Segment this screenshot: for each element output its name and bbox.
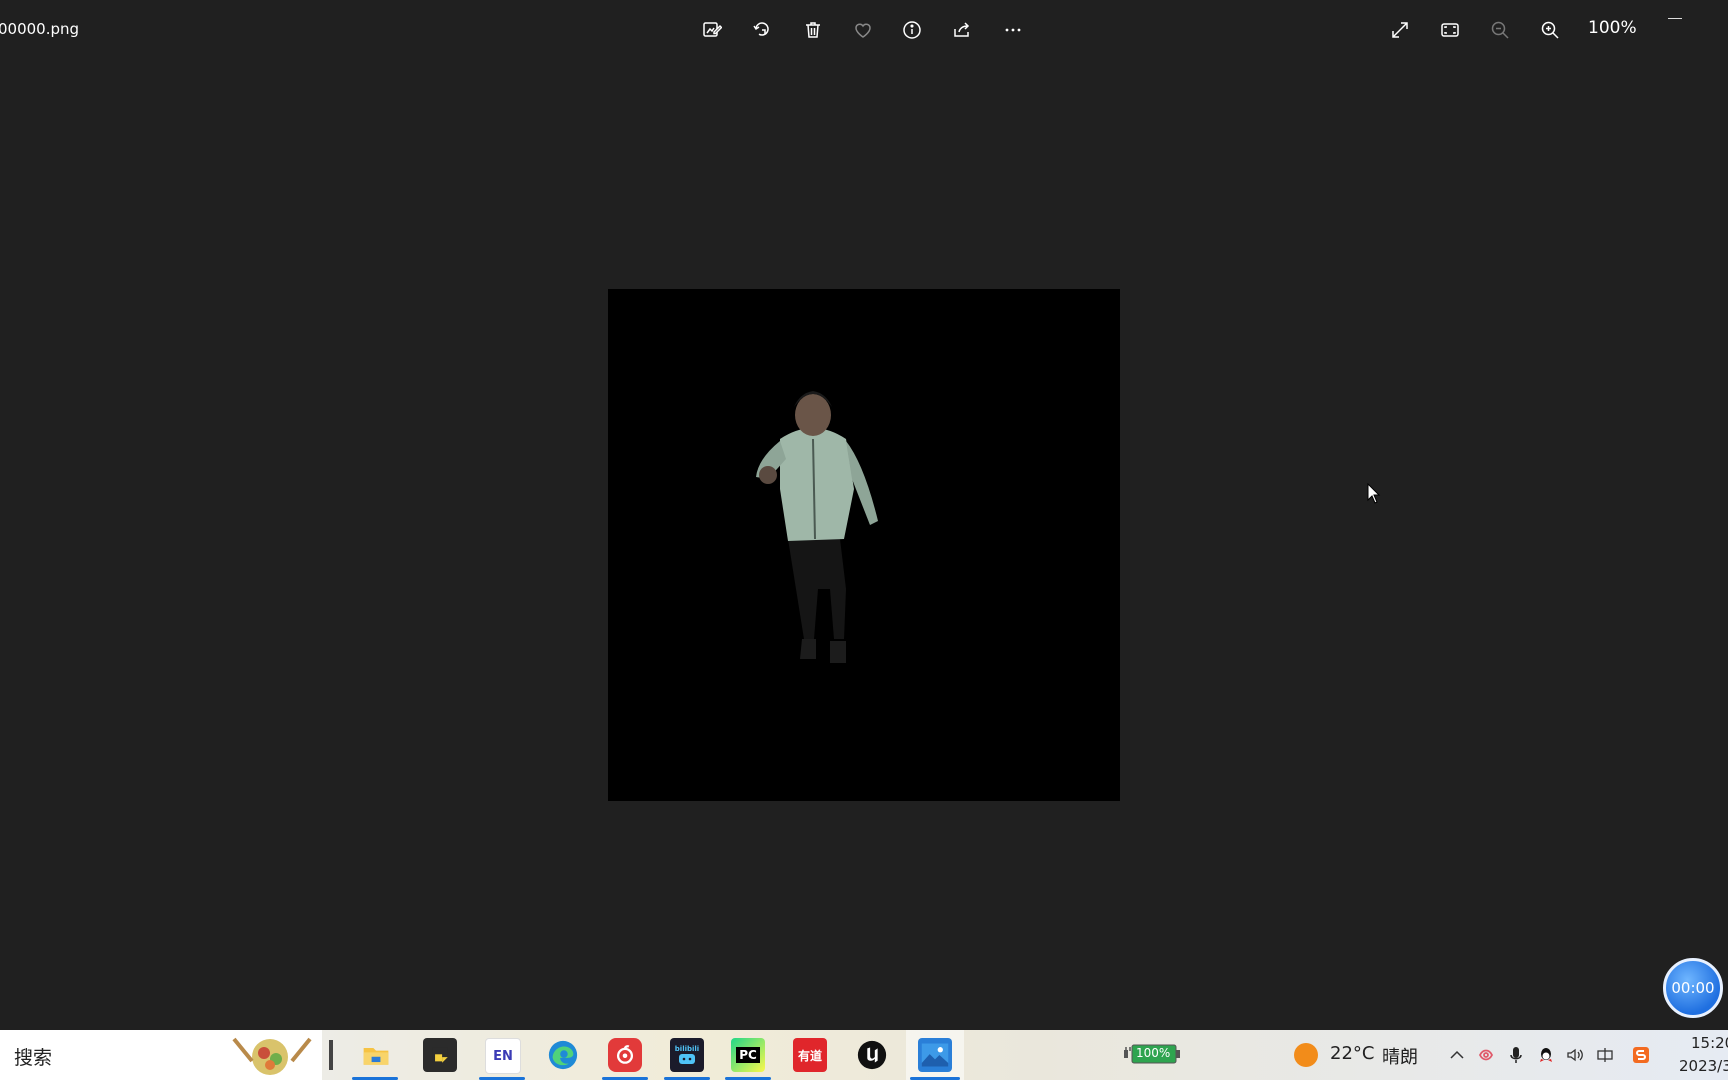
weather-temperature[interactable]: 22°C (1330, 1043, 1374, 1064)
weather-condition[interactable]: 晴朗 (1382, 1043, 1418, 1069)
volume-icon[interactable] (1564, 1044, 1586, 1066)
battery-label: 100% (1136, 1046, 1171, 1060)
trash-icon[interactable] (795, 12, 831, 48)
photos-window: 00000.png 100% 00:00 (0, 0, 1728, 1030)
more-icon[interactable] (995, 12, 1031, 48)
pycharm-icon[interactable]: PC (731, 1038, 765, 1072)
input-method-icon[interactable] (1594, 1044, 1616, 1066)
taskbar: 搜索 EN bilibili PC 有道 100% 22°C 晴朗 15:2 2… (0, 1030, 1728, 1080)
recording-timer[interactable]: 00:00 (1663, 958, 1723, 1018)
weather-sun-icon[interactable] (1294, 1043, 1318, 1067)
sticky-notes-icon[interactable] (423, 1038, 457, 1072)
expand-icon[interactable] (1382, 12, 1418, 48)
youdao-icon[interactable]: 有道 (793, 1038, 827, 1072)
rotate-icon[interactable] (744, 12, 780, 48)
bilibili-icon[interactable]: bilibili (670, 1038, 704, 1072)
clock-time[interactable]: 15:20 (1691, 1034, 1728, 1052)
person-photo (756, 391, 878, 663)
minimize-button[interactable] (1668, 18, 1682, 19)
network-app-icon[interactable] (1475, 1044, 1497, 1066)
zoom-level[interactable]: 100% (1588, 18, 1637, 38)
zoom-in-icon[interactable] (1532, 12, 1568, 48)
share-icon[interactable] (944, 12, 980, 48)
microphone-icon[interactable] (1505, 1044, 1527, 1066)
search-highlight-icon (232, 1037, 312, 1075)
edge-browser-icon[interactable] (546, 1038, 580, 1072)
file-name: 00000.png (0, 20, 80, 38)
show-hidden-icons-chevron-icon[interactable] (1446, 1044, 1468, 1066)
fit-to-window-icon[interactable] (1432, 12, 1468, 48)
qq-icon[interactable] (1535, 1044, 1557, 1066)
timer-label: 00:00 (1671, 979, 1715, 997)
heart-icon[interactable] (845, 12, 881, 48)
info-icon[interactable] (894, 12, 930, 48)
title-bar: 00000.png 100% (0, 0, 1728, 60)
netease-music-icon[interactable] (608, 1038, 642, 1072)
search-placeholder: 搜索 (14, 1047, 53, 1069)
zoom-out-icon[interactable] (1482, 12, 1518, 48)
clock-date[interactable]: 2023/3 (1679, 1057, 1728, 1075)
unreal-engine-icon[interactable] (855, 1038, 889, 1072)
photos-app-icon[interactable] (918, 1038, 952, 1072)
image-canvas (608, 289, 1120, 801)
file-explorer-icon[interactable] (359, 1038, 393, 1072)
mouse-cursor (1367, 483, 1381, 504)
taskbar-divider (329, 1040, 333, 1070)
battery-indicator[interactable]: 100% (1122, 1044, 1182, 1064)
edit-image-icon[interactable] (694, 12, 730, 48)
sogou-ime-icon[interactable] (1630, 1044, 1652, 1066)
en-dictionary-icon[interactable]: EN (485, 1038, 521, 1074)
search-box[interactable]: 搜索 (0, 1030, 322, 1080)
